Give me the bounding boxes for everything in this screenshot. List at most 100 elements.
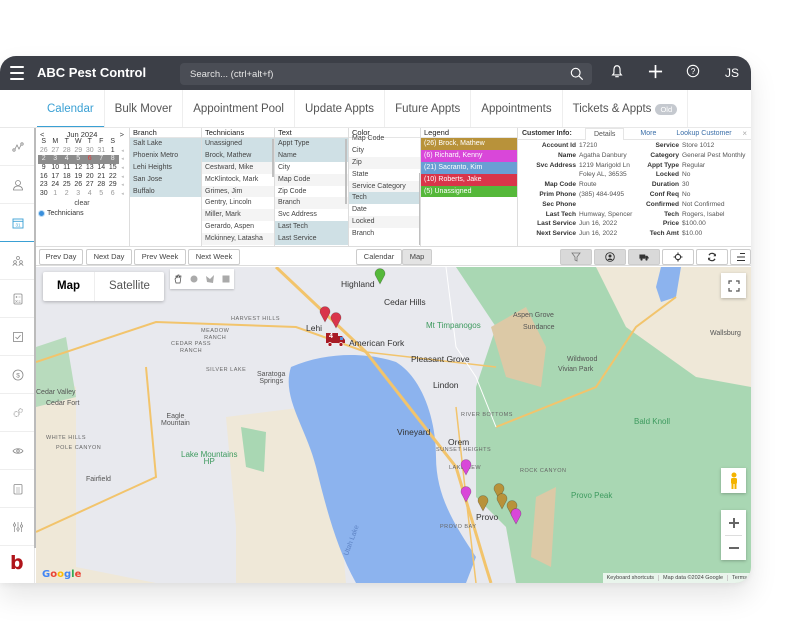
menu-icon[interactable] (10, 66, 24, 80)
map-view-button[interactable]: Map (402, 249, 432, 265)
sidebar-item-settings[interactable] (0, 394, 35, 432)
color-option[interactable]: Map Code (349, 133, 420, 145)
calendar-day[interactable]: 16 (38, 173, 50, 182)
sidebar-item-adjustments[interactable] (0, 508, 35, 546)
zoom-out-button[interactable] (721, 535, 746, 560)
calendar-day[interactable]: 7 (95, 155, 107, 165)
next-day-button[interactable]: Next Day (86, 249, 132, 265)
calendar-day[interactable]: 1 (50, 190, 62, 199)
tab-tickets-appts[interactable]: Tickets & Appts Old (563, 90, 689, 128)
text-option[interactable]: Svc Address (275, 209, 348, 221)
appointment-pin[interactable] (477, 494, 489, 512)
calendar-day[interactable]: 27 (50, 147, 62, 156)
filter-button[interactable] (560, 249, 592, 265)
calendar-day[interactable]: 28 (96, 181, 108, 190)
user-avatar[interactable]: JS (725, 66, 739, 80)
calendar-day[interactable]: 11 (61, 164, 73, 173)
calendar-day[interactable]: 2 (61, 190, 73, 199)
text-option[interactable]: Zip Code (275, 186, 348, 198)
color-option[interactable]: Tech (349, 192, 420, 205)
color-option[interactable]: Branch (349, 228, 420, 240)
technician-option[interactable]: Cestward, Mike (202, 161, 274, 174)
tab-update-appts[interactable]: Update Appts (295, 90, 386, 128)
tab-calendar[interactable]: Calendar (37, 90, 105, 128)
calendar-day[interactable]: 3 (73, 190, 85, 199)
prev-day-button[interactable]: Prev Day (39, 249, 83, 265)
appointment-pin[interactable] (460, 458, 472, 476)
week-select-arrow[interactable]: ◂ (119, 164, 127, 173)
calendar-day[interactable]: 2 (38, 155, 50, 165)
clear-date-button[interactable]: clear (36, 200, 128, 207)
sidebar-item-billing[interactable]: $ (0, 356, 35, 394)
prev-month-button[interactable]: < (40, 130, 44, 139)
branch-option[interactable]: Buffalo (130, 185, 201, 198)
color-option[interactable]: Zip (349, 156, 420, 169)
text-option[interactable]: Branch (275, 197, 348, 210)
technician-option[interactable]: Unassigned (202, 138, 274, 150)
sidebar-item-team[interactable] (0, 242, 35, 280)
technician-option[interactable]: Miller, Mark (202, 209, 274, 222)
circle-icon[interactable] (186, 269, 202, 289)
branch-option[interactable]: San Jose (130, 173, 201, 186)
sidebar-item-view[interactable] (0, 432, 35, 470)
calendar-view-button[interactable]: Calendar (356, 249, 402, 265)
calendar-day[interactable]: 30 (38, 190, 50, 199)
technician-option[interactable]: Mckinney, Latasha (202, 233, 274, 246)
center-location-button[interactable] (662, 249, 694, 265)
keyboard-shortcuts-link[interactable]: Keyboard shortcuts (603, 575, 658, 581)
zoom-in-button[interactable] (721, 510, 746, 535)
text-option[interactable]: Map Code (275, 173, 348, 186)
calendar-day[interactable]: 17 (50, 173, 62, 182)
text-option[interactable]: Last Tech (275, 221, 348, 234)
calendar-day[interactable]: 24 (50, 181, 62, 190)
calendar-day[interactable]: 23 (38, 181, 50, 190)
calendar-day[interactable]: 1 (107, 147, 119, 156)
tab-details[interactable]: Details (585, 127, 625, 140)
technician-option[interactable]: Gentry, Lincoln (202, 197, 274, 209)
map-view[interactable]: Highland Cedar Hills Lehi American Fork Plea… (36, 267, 751, 583)
week-select-arrow[interactable]: ◂ (119, 181, 127, 190)
calendar-day[interactable]: 30 (84, 147, 96, 156)
technician-option[interactable]: Grimes, Jim (202, 185, 274, 198)
calendar-day[interactable]: 5 (96, 190, 108, 199)
calendar-day[interactable]: 29 (107, 181, 119, 190)
technician-option[interactable]: Brock, Mathew (202, 149, 274, 162)
sidebar-item-calculator[interactable] (0, 280, 35, 318)
rectangle-icon[interactable] (218, 269, 234, 289)
sidebar-item-reports[interactable] (0, 470, 35, 508)
color-option[interactable]: Date (349, 204, 420, 216)
calendar-day[interactable]: 10 (50, 164, 62, 173)
branch-option[interactable]: Lehi Heights (130, 161, 201, 174)
tab-more[interactable]: More (632, 128, 664, 140)
sidebar-item-routes[interactable] (0, 128, 35, 166)
calendar-day[interactable]: 15 (107, 164, 119, 173)
calendar-day[interactable]: 8 (107, 155, 119, 165)
week-select-arrow[interactable]: ◂ (119, 173, 127, 182)
calendar-day[interactable]: 6 (107, 190, 119, 199)
appointment-pin[interactable] (330, 311, 342, 329)
next-week-button[interactable]: Next Week (188, 249, 240, 265)
sidebar-item-tasks[interactable] (0, 318, 35, 356)
fullscreen-button[interactable] (721, 273, 746, 298)
map-type-satellite-button[interactable]: Satellite (95, 272, 164, 301)
tab-appointment-pool[interactable]: Appointment Pool (183, 90, 295, 128)
text-option[interactable]: City (275, 162, 348, 174)
appointment-pin[interactable] (374, 267, 386, 285)
calendar-day[interactable]: 26 (38, 147, 50, 156)
map-type-map-button[interactable]: Map (43, 272, 95, 301)
branch-option[interactable]: Salt Lake (130, 138, 201, 150)
calendar-day[interactable]: 13 (84, 164, 96, 173)
street-view-button[interactable] (721, 468, 746, 493)
tab-bulk-mover[interactable]: Bulk Mover (105, 90, 184, 128)
tab-appointments[interactable]: Appointments (471, 90, 563, 128)
calendar-day[interactable]: 21 (96, 173, 108, 182)
calendar-day[interactable]: 5 (72, 155, 84, 165)
next-month-button[interactable]: > (120, 130, 124, 139)
hand-icon[interactable] (170, 269, 186, 289)
text-scrollbar[interactable] (345, 139, 347, 204)
week-select-arrow[interactable]: ◂ (119, 147, 127, 156)
calendar-day[interactable]: 9 (38, 164, 50, 173)
tab-lookup-customer[interactable]: Lookup Customer (668, 128, 739, 140)
text-option[interactable]: Name (275, 149, 348, 162)
calendar-day[interactable]: 28 (61, 147, 73, 156)
